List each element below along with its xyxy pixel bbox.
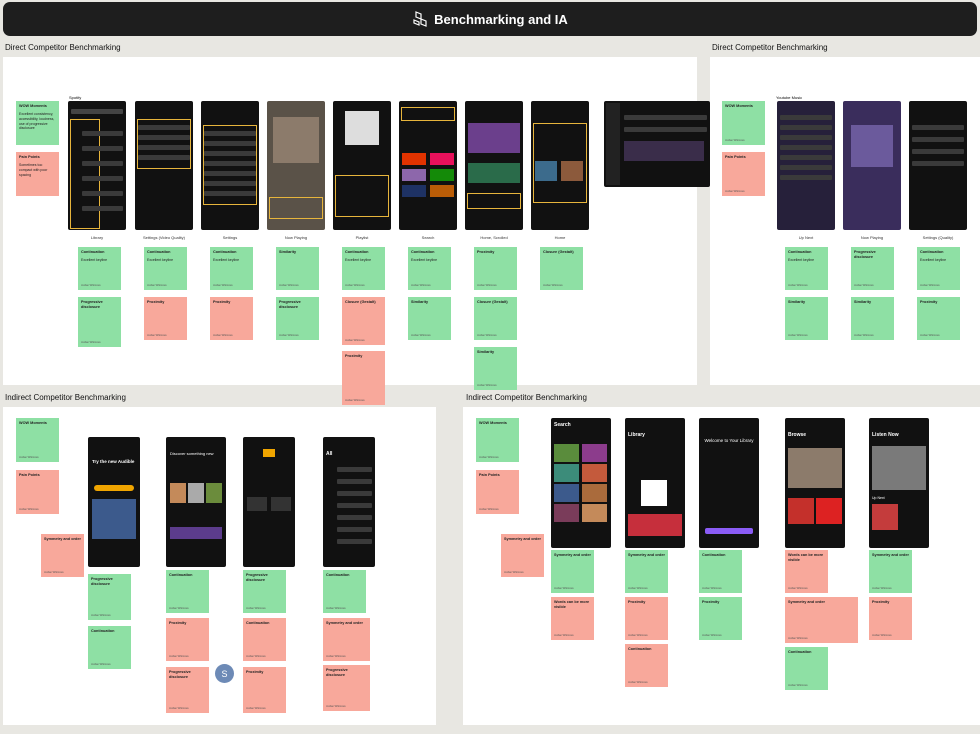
youtube-label: Youtube Music: [776, 95, 803, 100]
sticky-note: WOW Moments Jordan Whitmore: [16, 418, 59, 462]
phone-now-playing: [267, 101, 325, 230]
sticky-note: Closure (Gestalt) Jordan Whitmore: [540, 247, 583, 290]
phone-audible-discover: Discover something new: [166, 437, 226, 567]
sticky-note: Continuation Jordan Whitmore: [785, 647, 828, 690]
sticky-note: Symmetry and order Jordan Whitmore: [501, 534, 544, 577]
sticky-note: Proximity Jordan Whitmore: [210, 297, 253, 340]
sticky-note: Continuation Jordan Whitmore: [166, 570, 209, 613]
sticky-note: Symmetry and order Jordan Whitmore: [785, 597, 858, 643]
sticky-note: Similarity Jordan Whitmore: [785, 297, 828, 340]
sticky-note: Proximity Jordan Whitmore: [342, 351, 385, 405]
phone-search: [399, 101, 457, 230]
spotify-label: Spotify: [69, 95, 82, 100]
avatar[interactable]: S: [215, 664, 234, 683]
caption: Search: [421, 235, 435, 240]
caption: Settings (Video Quality): [143, 235, 185, 240]
sticky-note: Proximity Jordan Whitmore: [474, 247, 517, 290]
sticky-note: Proximity Jordan Whitmore: [625, 597, 668, 640]
phone-settings: [201, 101, 259, 230]
sticky-note: Pain Points Jordan Whitmore: [16, 470, 59, 514]
phone-settings-video: [135, 101, 193, 230]
sticky-note: Continuation Excellent keyline Jordan Whit…: [144, 247, 187, 290]
phone-audible-signin: [243, 437, 295, 567]
page-title: Benchmarking and IA: [434, 11, 568, 27]
sticky-note: Continuation Excellent keyline Jordan Whit…: [210, 247, 253, 290]
section-label-direct: Direct Competitor Benchmarking: [5, 43, 121, 52]
sticky-note: Continuation Jordan Whitmore: [323, 570, 366, 613]
phone-podcasts-library: Library: [625, 418, 685, 548]
sticky-note: Symmetry and order Jordan Whitmore: [551, 550, 594, 593]
phone-audible-promo: Try the new Audible: [88, 437, 140, 567]
phone-up-next: [777, 101, 835, 230]
caption: Now Playing: [860, 235, 884, 240]
sticky-note: Pain Points Jordan Whitmore: [722, 152, 765, 196]
section-label-direct-2: Direct Competitor Benchmarking: [712, 43, 828, 52]
sticky-note: Similarity Jordan Whitmore: [276, 247, 319, 290]
caption: Home, Scrolled: [480, 235, 508, 240]
sticky-note: Proximity Jordan Whitmore: [166, 618, 209, 661]
sticky-note: Words can be more visible Jordan Whitmore: [785, 550, 828, 593]
sticky-note: Progressive disclosure Jordan Whitmore: [851, 247, 894, 290]
sticky-note: Progressive disclosure Jordan Whitmore: [243, 570, 286, 613]
caption: Home: [554, 235, 566, 240]
sticky-note: Progressive disclosure Jordan Whitmore: [276, 297, 319, 340]
caption: Now Playing: [284, 235, 308, 240]
caption: Up Next: [798, 235, 814, 240]
sticky-note: Progressive disclosure Jordan Whitmore: [166, 667, 209, 713]
phone-podcasts-welcome: Welcome to Your Library: [699, 418, 759, 548]
sticky-note: Symmetry and order Jordan Whitmore: [41, 534, 84, 577]
sticky-note: WOW Moments Excellent consistency, access…: [16, 101, 59, 145]
sticky-note: Continuation Jordan Whitmore: [88, 626, 131, 669]
sticky-note: Similarity Jordan Whitmore: [851, 297, 894, 340]
sticky-note: Proximity Jordan Whitmore: [869, 597, 912, 640]
sticky-note: WOW Moments Jordan Whitmore: [722, 101, 765, 145]
sticky-note: Closure (Gestalt) Jordan Whitmore: [474, 297, 517, 340]
sticky-note: Pain Points Jordan Whitmore: [476, 470, 519, 514]
sticky-note: Continuation Excellent keyline Jordan Whit…: [917, 247, 960, 290]
sticky-note: Proximity Jordan Whitmore: [144, 297, 187, 340]
sticky-note: Words can be more visible Jordan Whitmore: [551, 597, 594, 640]
sticky-note: Proximity Jordan Whitmore: [917, 297, 960, 340]
phone-playlist: [333, 101, 391, 230]
sticky-note: Similarity Jordan Whitmore: [408, 297, 451, 340]
sticky-note: Continuation Jordan Whitmore: [625, 644, 668, 687]
sticky-note: Progressive disclosure Jordan Whitmore: [78, 297, 121, 347]
caption: Library: [90, 235, 104, 240]
caption: Playlist: [355, 235, 369, 240]
phone-home-scrolled: [465, 101, 523, 230]
phone-yt-settings: [909, 101, 967, 230]
phone-yt-now-playing: [843, 101, 901, 230]
sticky-note: Continuation Jordan Whitmore: [243, 618, 286, 661]
sticky-note: Pain Points Sometimes too compact with po…: [16, 152, 59, 196]
sticky-note: Closure (Gestalt) Jordan Whitmore: [342, 297, 385, 345]
phone-podcasts-listen: Listen Now Up Next: [869, 418, 929, 548]
sticky-note: Symmetry and order Jordan Whitmore: [323, 618, 370, 661]
sticky-note: Continuation Excellent keyline Jordan Whit…: [785, 247, 828, 290]
sticky-note: Continuation Excellent keyline Jordan Whit…: [78, 247, 121, 290]
phone-home: [531, 101, 589, 230]
caption: Settings: [222, 235, 238, 240]
sticky-note: Continuation Jordan Whitmore: [699, 550, 742, 593]
phone-library: [68, 101, 126, 230]
section-label-indirect-2: Indirect Competitor Benchmarking: [466, 393, 587, 402]
sticky-note: Proximity Jordan Whitmore: [243, 667, 286, 713]
sticky-note: WOW Moments Jordan Whitmore: [476, 418, 519, 462]
top-bar: Benchmarking and IA: [3, 2, 977, 36]
caption: Settings (Quality): [922, 235, 954, 240]
sticky-note: Symmetry and order Jordan Whitmore: [625, 550, 668, 593]
phone-audible-all: All: [323, 437, 375, 567]
phone-podcasts-browse: Browse: [785, 418, 845, 548]
desktop-screen: [604, 101, 710, 187]
sticky-note: Similarity Jordan Whitmore: [474, 347, 517, 390]
sticky-note: Continuation Excellent keyline Jordan Whit…: [342, 247, 385, 290]
sticky-note: Progressive disclosure Jordan Whitmore: [88, 574, 131, 620]
sticky-note: Proximity Jordan Whitmore: [699, 597, 742, 640]
phone-podcasts-search: Search: [551, 418, 611, 548]
sticky-note: Continuation Excellent keyline Jordan Whit…: [408, 247, 451, 290]
section-label-indirect: Indirect Competitor Benchmarking: [5, 393, 126, 402]
sticky-note: Progressive disclosure Jordan Whitmore: [323, 665, 370, 711]
sticky-note: Symmetry and order Jordan Whitmore: [869, 550, 912, 593]
component-icon: [413, 11, 427, 27]
